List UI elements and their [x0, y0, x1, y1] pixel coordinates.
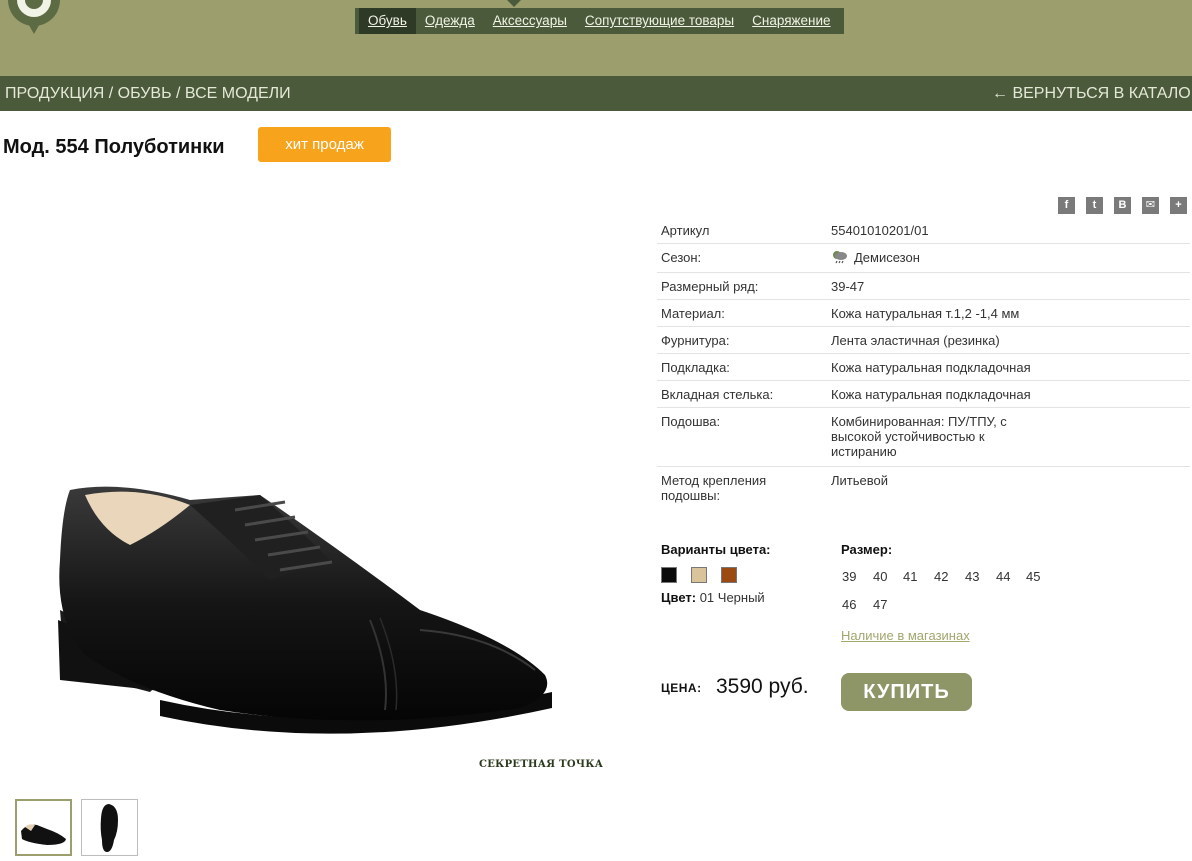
store-availability-link[interactable]: Наличие в магазинах — [841, 628, 970, 643]
brand-watermark: СЕКРЕТНАЯ ТОЧКА — [479, 759, 604, 770]
spec-row-sole: Подошва: Комбинированная: ПУ/ТПУ, с высо… — [657, 408, 1190, 467]
back-to-catalog-link[interactable]: ← ВЕРНУТЬСЯ В КАТАЛОГ — [992, 85, 1192, 103]
nav-item-accessories[interactable]: Аксессуары — [484, 8, 576, 34]
breadcrumb-item-all-models: ВСЕ МОДЕЛИ — [184, 85, 291, 102]
breadcrumb: ПРОДУКЦИЯ / ОБУВЬ / ВСЕ МОДЕЛИ — [5, 85, 291, 103]
spec-key: Подкладка: — [661, 360, 730, 375]
spec-key: Вкладная стелька: — [661, 387, 774, 402]
shoe-side-icon — [21, 824, 66, 845]
color-swatch-beige[interactable] — [691, 567, 707, 583]
header: Обувь Одежда Аксессуары Сопутствующие то… — [0, 0, 1192, 76]
logo-icon[interactable] — [4, 0, 68, 36]
size-option[interactable]: 44 — [996, 569, 1010, 584]
spec-key: Материал: — [661, 306, 725, 321]
spec-table: Артикул 55401010201/01 Сезон: Демисезон … — [657, 217, 1190, 511]
spec-key: Размерный ряд: — [661, 279, 759, 294]
twitter-icon[interactable]: t — [1086, 197, 1103, 214]
breadcrumb-bar: ПРОДУКЦИЯ / ОБУВЬ / ВСЕ МОДЕЛИ ← ВЕРНУТЬ… — [0, 76, 1192, 111]
spec-row-sole-method: Метод крепления подошвы: Литьевой — [657, 467, 1190, 511]
season-value: Демисезон — [854, 250, 920, 265]
mail-icon[interactable]: ✉ — [1142, 197, 1159, 214]
nav-item-shoes[interactable]: Обувь — [359, 8, 416, 34]
nav-item-related-goods[interactable]: Сопутствующие товары — [576, 8, 743, 34]
size-option[interactable]: 46 — [842, 597, 856, 612]
season-icon — [833, 251, 847, 264]
thumbnail-sole-view[interactable] — [81, 799, 138, 856]
size-option[interactable]: 42 — [934, 569, 948, 584]
spec-row-article: Артикул 55401010201/01 — [657, 217, 1190, 244]
page-title: Мод. 554 Полуботинки — [3, 136, 225, 158]
size-option[interactable]: 39 — [842, 569, 856, 584]
color-swatch-brown[interactable] — [721, 567, 737, 583]
spec-key: Сезон: — [661, 250, 702, 265]
buy-button[interactable]: КУПИТЬ — [841, 673, 972, 711]
plus-icon[interactable]: + — [1170, 197, 1187, 214]
shoe-sole-icon — [100, 804, 118, 852]
price-label: ЦЕНА: — [661, 681, 702, 695]
color-swatch-black[interactable] — [661, 567, 677, 583]
spec-value: Кожа натуральная подкладочная — [831, 387, 1031, 402]
spec-value-wrap: Демисезон — [831, 250, 1051, 265]
size-option[interactable]: 47 — [873, 597, 887, 612]
bestseller-badge: хит продаж — [258, 127, 391, 162]
size-option[interactable]: 45 — [1026, 569, 1040, 584]
spec-value: Кожа натуральная подкладочная — [831, 360, 1031, 375]
thumbnail-side-view[interactable] — [15, 799, 72, 856]
current-color-label: Цвет: — [661, 590, 697, 605]
spec-row-insole: Вкладная стелька: Кожа натуральная подкл… — [657, 381, 1190, 408]
current-color: Цвет: 01 Черный — [661, 590, 765, 605]
size-option[interactable]: 41 — [903, 569, 917, 584]
spec-value: Лента эластичная (резинка) — [831, 333, 1000, 348]
spec-value: Литьевой — [831, 473, 889, 488]
spec-value: Кожа натуральная т.1,2 -1,4 мм — [831, 306, 1020, 321]
breadcrumb-item-shoes[interactable]: ОБУВЬ — [118, 85, 172, 102]
nav-item-clothing[interactable]: Одежда — [416, 8, 484, 34]
spec-value: 55401010201/01 — [831, 223, 929, 238]
spec-key: Подошва: — [661, 414, 721, 429]
spec-row-fittings: Фурнитура: Лента эластичная (резинка) — [657, 327, 1190, 354]
size-option[interactable]: 43 — [965, 569, 979, 584]
size-label: Размер: — [841, 542, 893, 557]
main-nav: Обувь Одежда Аксессуары Сопутствующие то… — [355, 8, 844, 34]
spec-value: Комбинированная: ПУ/ТПУ, с высокой устой… — [831, 414, 1007, 459]
facebook-icon[interactable]: f — [1058, 197, 1075, 214]
size-option[interactable]: 40 — [873, 569, 887, 584]
spec-row-size-range: Размерный ряд: 39-47 — [657, 273, 1190, 300]
vkontakte-icon[interactable]: B — [1114, 197, 1131, 214]
current-color-value: 01 Черный — [699, 590, 765, 605]
spec-key: Артикул — [661, 223, 710, 238]
spec-value: 39-47 — [831, 279, 865, 294]
spec-row-material: Материал: Кожа натуральная т.1,2 -1,4 мм — [657, 300, 1190, 327]
nav-caret-icon — [507, 0, 521, 7]
price-value: 3590 руб. — [716, 675, 809, 698]
product-image[interactable] — [40, 470, 570, 760]
breadcrumb-separator: / — [171, 85, 185, 102]
spec-row-lining: Подкладка: Кожа натуральная подкладочная — [657, 354, 1190, 381]
color-variants-label: Варианты цвета: — [661, 542, 771, 557]
spec-row-season: Сезон: Демисезон — [657, 244, 1190, 273]
spec-key: Фурнитура: — [661, 333, 730, 348]
breadcrumb-separator: / — [104, 85, 118, 102]
spec-key: Метод крепления подошвы: — [661, 473, 767, 503]
nav-item-equipment[interactable]: Снаряжение — [743, 8, 839, 34]
breadcrumb-item-products[interactable]: ПРОДУКЦИЯ — [5, 85, 104, 102]
